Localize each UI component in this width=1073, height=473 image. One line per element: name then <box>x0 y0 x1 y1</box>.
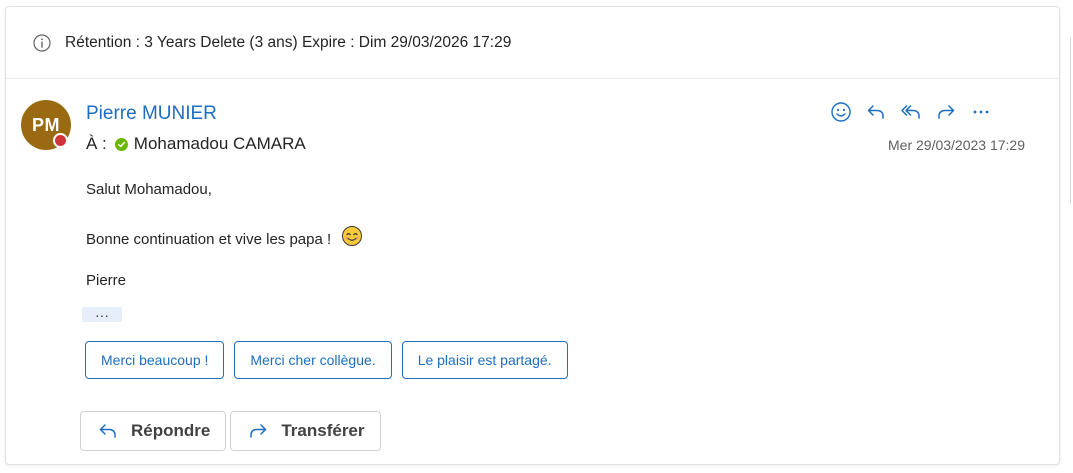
suggested-reply-button[interactable]: Le plaisir est partagé. <box>401 341 568 379</box>
sender-name[interactable]: Pierre MUNIER <box>86 103 217 125</box>
suggested-reply-button[interactable]: Merci cher collègue. <box>234 341 392 379</box>
body-text-line: Bonne continuation et vive les papa ! <box>86 225 363 253</box>
message-actions <box>828 99 994 125</box>
recipient-line: À : Mohamadou CAMARA <box>86 134 306 154</box>
reply-all-icon[interactable] <box>898 99 924 125</box>
forward-icon <box>247 420 269 442</box>
retention-banner: Rétention : 3 Years Delete (3 ans) Expir… <box>6 7 1059 79</box>
retention-text: Rétention : 3 Years Delete (3 ans) Expir… <box>65 34 512 51</box>
forward-icon[interactable] <box>933 99 959 125</box>
suggested-replies: Merci beaucoup ! Merci cher collègue. Le… <box>85 341 568 379</box>
reading-pane: Rétention : 3 Years Delete (3 ans) Expir… <box>0 0 1073 473</box>
recipient-name[interactable]: Mohamadou CAMARA <box>134 134 306 154</box>
reply-icon <box>97 420 119 442</box>
reply-button[interactable]: Répondre <box>80 411 227 451</box>
presence-busy-indicator <box>53 133 68 148</box>
message-date: Mer 29/03/2023 17:29 <box>888 137 1025 153</box>
emoji-reaction-icon[interactable] <box>828 99 854 125</box>
more-icon[interactable] <box>968 99 994 125</box>
body-text: Bonne continuation et vive les papa ! <box>86 230 332 248</box>
body-signature: Pierre <box>86 272 127 289</box>
smiling-face-icon <box>341 225 363 251</box>
avatar-initials: PM <box>32 114 60 135</box>
available-status-icon <box>114 137 128 151</box>
reply-actions: Répondre Transférer <box>80 411 381 451</box>
forward-button-label: Transférer <box>281 421 365 440</box>
scrollbar-track[interactable] <box>1070 38 1071 204</box>
message-card: Rétention : 3 Years Delete (3 ans) Expir… <box>5 6 1060 465</box>
to-label: À : <box>86 134 107 153</box>
forward-button[interactable]: Transférer <box>230 411 381 451</box>
reply-button-label: Répondre <box>131 421 211 440</box>
body-greeting: Salut Mohamadou, <box>86 181 212 198</box>
reply-icon[interactable] <box>863 99 889 125</box>
info-icon <box>33 34 51 52</box>
suggested-reply-button[interactable]: Merci beaucoup ! <box>85 341 225 379</box>
show-quoted-text-button[interactable]: ··· <box>82 307 122 322</box>
